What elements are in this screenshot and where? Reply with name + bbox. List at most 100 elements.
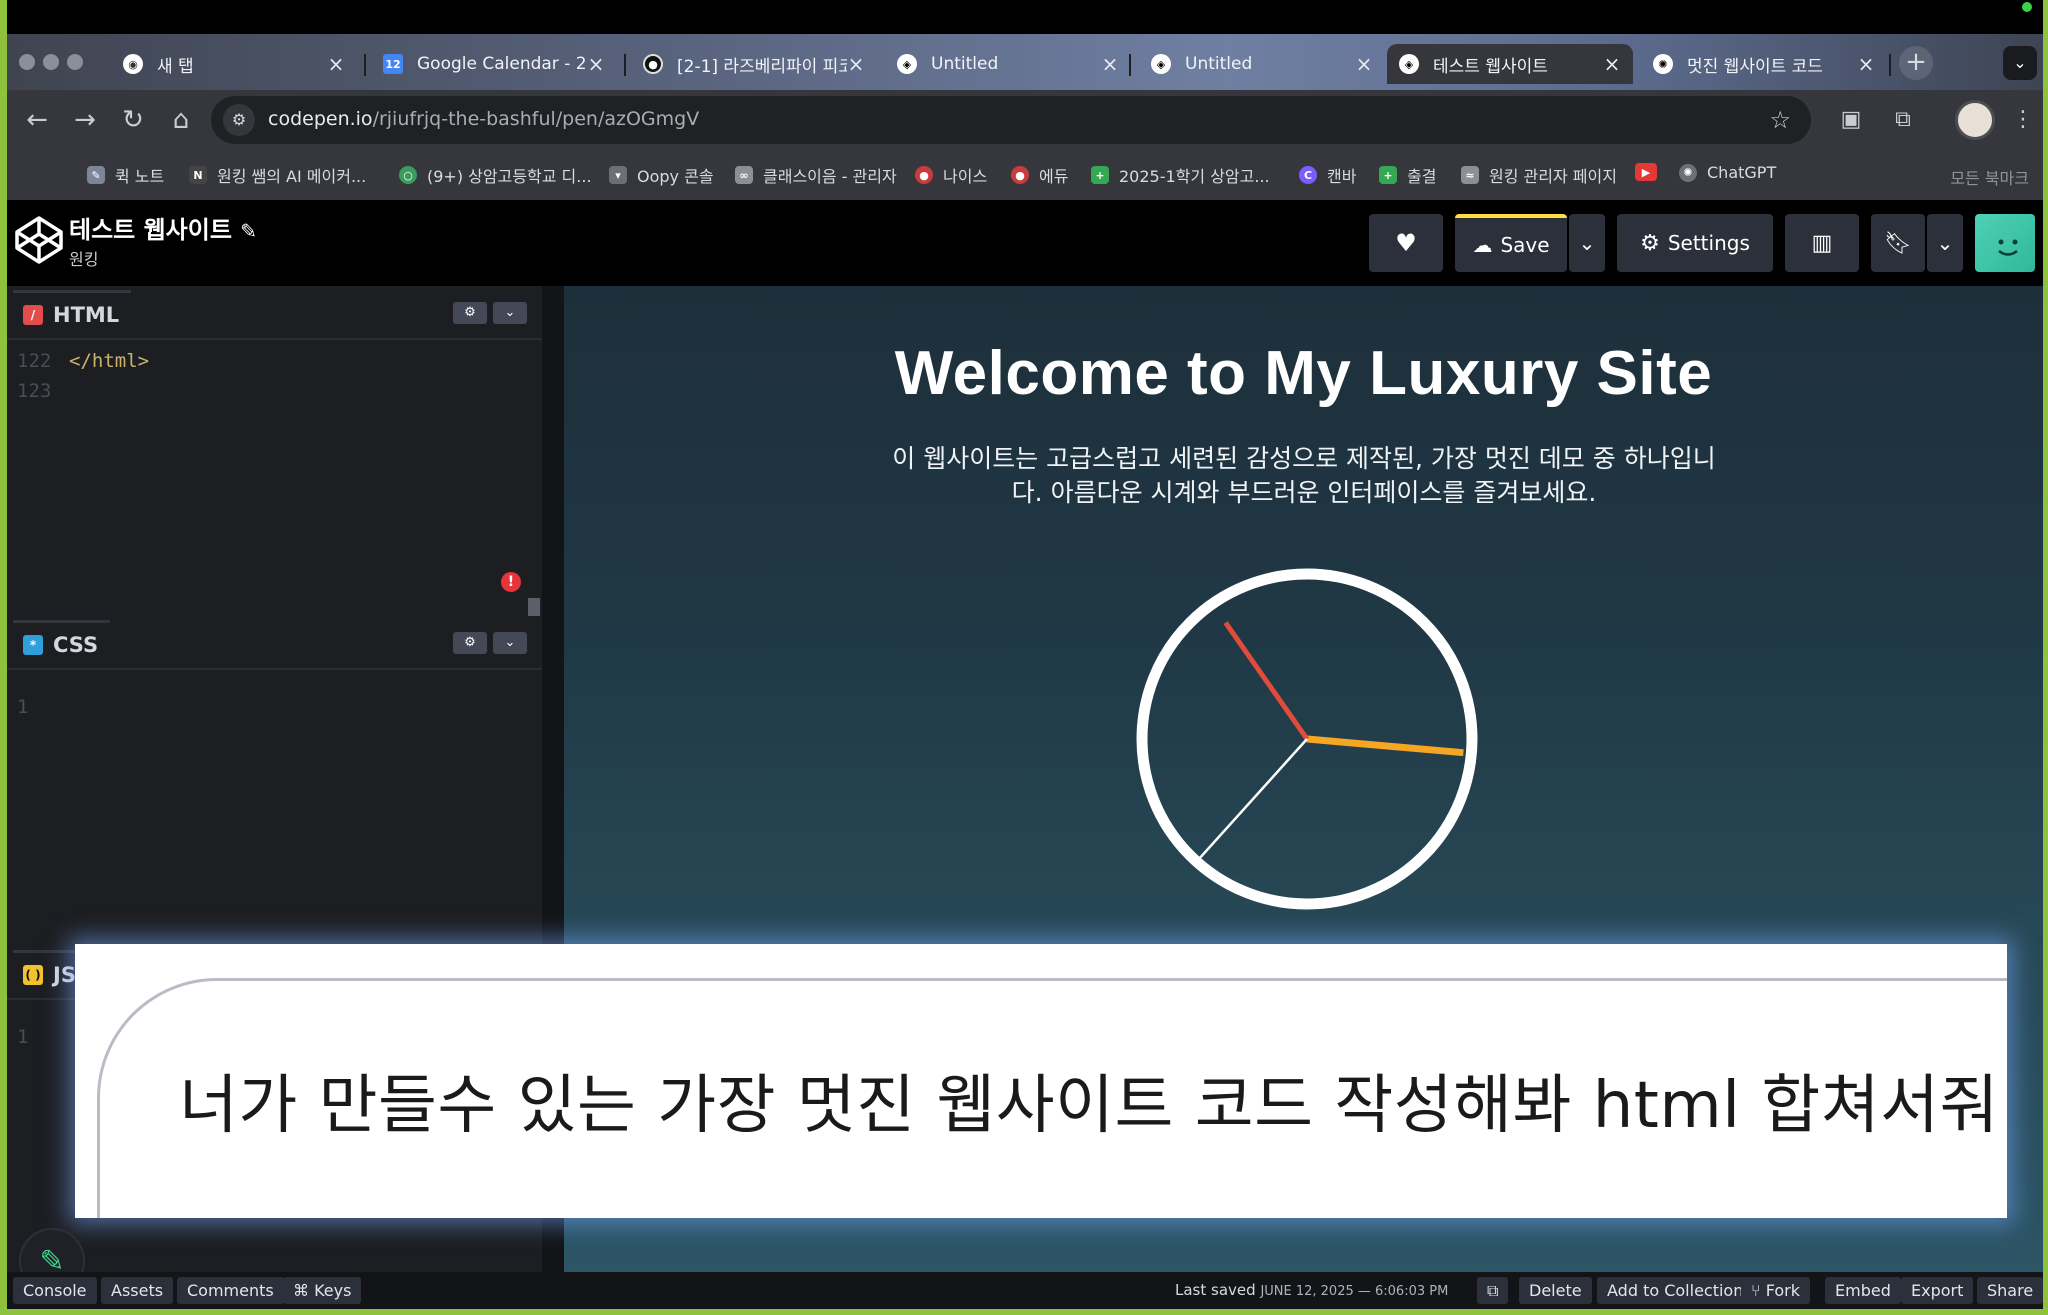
codepen-footer: Console Assets Comments ⌘ Keys Last save… [7,1272,2043,1309]
html-editor-header: / HTML ⚙ ⌄ [7,286,542,338]
pen-author[interactable]: 원킹 [69,246,98,270]
css-editor-tab[interactable]: * CSS [13,620,111,666]
assets-button[interactable]: Assets [101,1277,174,1304]
save-options-button[interactable]: ⌄ [1569,214,1605,272]
tab-strip: ◉ 새 탭 × 12 Google Calendar - 2 × ● [2-1]… [7,34,2043,90]
browser-tab[interactable]: ◈ Untitled × [1139,44,1385,84]
menu-kebab-icon[interactable]: ⋮ [2007,104,2039,136]
embed-button[interactable]: Embed [1825,1277,1901,1304]
browser-tab[interactable]: 12 Google Calendar - 2 × [371,44,617,84]
console-button[interactable]: Console [13,1277,97,1304]
address-bar[interactable]: ⚙ codepen.io/rjiufrjq-the-bashful/pen/az… [211,96,1811,144]
browser-tab[interactable]: ◈ Untitled × [885,44,1131,84]
close-icon[interactable]: × [1603,52,1621,76]
bookmark-item[interactable]: ∞ 클래스이음 - 관리자 [735,163,897,187]
profile-avatar[interactable] [1955,100,1995,140]
bookmark-item[interactable]: N 원킹 쌤의 AI 메이커... [189,163,366,187]
bookmarks-bar: ✎ 퀵 노트 N 원킹 쌤의 AI 메이커... ○ (9+) 상암고등학교 디...… [7,150,2043,200]
tab-search-button[interactable]: ⌄ [2003,46,2037,80]
editor-collapse-button[interactable]: ⌄ [493,302,527,324]
delete-button[interactable]: Delete [1519,1277,1592,1304]
window-close-dot[interactable] [19,54,35,70]
css-code-area[interactable]: 1 [7,668,542,946]
screen: ◉ 새 탭 × 12 Google Calendar - 2 × ● [2-1]… [7,0,2043,1309]
browser-tab[interactable]: ✺ 멋진 웹사이트 코드 × [1641,44,1887,84]
html-lang-icon: / [23,304,43,325]
cloud-icon: ☁ [1472,233,1493,257]
bookmark-item[interactable]: + 출결 [1379,163,1436,187]
share-button[interactable]: Share [1977,1277,2043,1304]
close-icon[interactable]: × [847,52,865,76]
error-icon[interactable]: ! [501,572,521,592]
bookmark-item[interactable]: +2025-1학기 상암고... [1091,163,1270,187]
add-to-collection-button[interactable]: Add to Collection [1597,1277,1754,1304]
bookmark-item[interactable]: ▾ Oopy 콘솔 [609,163,714,187]
close-icon[interactable]: × [587,52,605,76]
bookmark-item[interactable]: ▶ [1635,163,1667,181]
bookmark-item[interactable]: ✎ 퀵 노트 [87,163,164,187]
bookmark-item[interactable]: ≈ 원킹 관리자 페이지 [1461,163,1617,187]
browser-toolbar: ← → ↻ ⌂ ⚙ codepen.io/rjiufrjq-the-bashfu… [7,90,2043,150]
gear-icon: ⚙ [464,305,476,320]
open-external-button[interactable]: ⧉ [1477,1277,1509,1304]
chevron-down-icon: ⌄ [504,305,516,320]
editor-settings-button[interactable]: ⚙ [453,632,487,654]
export-button[interactable]: Export [1901,1277,1974,1304]
reload-icon[interactable]: ↻ [115,102,151,138]
fork-button[interactable]: ⑂ Fork [1741,1277,1810,1304]
close-icon[interactable]: × [1857,52,1875,76]
analog-clock [1136,568,1478,910]
comments-button[interactable]: Comments [177,1277,284,1304]
heart-button[interactable]: ♥ [1369,214,1443,272]
html-code-area[interactable]: 122 123 </html> ! [7,338,542,616]
scrollbar-thumb[interactable] [528,598,540,616]
close-icon[interactable]: × [327,52,345,76]
notion-extension-icon[interactable]: ▣ [1835,104,1867,136]
close-icon[interactable]: × [1101,52,1119,76]
github-icon: ● [643,54,663,74]
bookmark-button[interactable]: 🔖︎ [1871,214,1925,272]
codepen-logo-icon[interactable] [13,214,65,266]
extensions-icon[interactable]: ⧉ [1887,104,1919,136]
layout-button[interactable]: ▥ [1785,214,1859,272]
new-tab-button[interactable]: + [1899,46,1933,80]
keys-button[interactable]: ⌘ Keys [283,1277,362,1304]
bookmark-item[interactable]: ● 나이스 [915,163,987,187]
js-lang-icon: ( ) [23,964,43,985]
close-icon[interactable]: × [1355,52,1373,76]
neis-icon: ● [915,166,933,184]
editor-settings-button[interactable]: ⚙ [453,302,487,324]
edit-pencil-icon[interactable]: ✎ [240,219,257,243]
browser-tab[interactable]: ◉ 새 탭 × [111,44,357,84]
chevron-down-icon: ⌄ [1578,231,1596,255]
codepen-icon: ◈ [1151,54,1171,74]
window-zoom-dot[interactable] [67,54,83,70]
layout-icon: ▥ [1811,230,1833,256]
youtube-icon: ▶ [1635,163,1657,181]
bookmark-star-icon[interactable]: ☆ [1769,106,1791,134]
bookmark-options-button[interactable]: ⌄ [1927,214,1963,272]
window-minimize-dot[interactable] [43,54,59,70]
user-avatar[interactable] [1975,214,2035,272]
browser-tab-active[interactable]: ◈ 테스트 웹사이트 × [1387,44,1633,84]
settings-button[interactable]: ⚙ Settings [1617,214,1773,272]
canva-icon: C [1299,166,1317,184]
html-editor-tab[interactable]: / HTML [13,290,132,336]
heart-icon: ♥ [1395,229,1417,257]
bookmark-item[interactable]: ✺ ChatGPT [1679,163,1776,182]
bookmark-item[interactable]: ● 에듀 [1011,163,1068,187]
url-text[interactable]: codepen.io/rjiufrjq-the-bashful/pen/azOG… [268,108,699,130]
pen-title[interactable]: 테스트 웹사이트 ✎ [69,210,257,245]
bookmark-item[interactable]: ○ (9+) 상암고등학교 디... [399,163,592,187]
back-icon[interactable]: ← [19,102,55,138]
home-icon[interactable]: ⌂ [163,102,199,138]
bookmark-item[interactable]: C 캔바 [1299,163,1356,187]
all-bookmarks-button[interactable]: 모든 북마크 [1950,165,2029,189]
gear-icon: ⚙ [1640,230,1660,256]
save-button[interactable]: ☁ Save [1455,214,1567,272]
fork-icon: ⑂ [1751,1281,1761,1300]
forward-icon[interactable]: → [67,102,103,138]
browser-tab[interactable]: ● [2-1] 라즈베리파이 피코 × [631,44,877,84]
editor-collapse-button[interactable]: ⌄ [493,632,527,654]
site-info-icon[interactable]: ⚙ [223,104,255,136]
